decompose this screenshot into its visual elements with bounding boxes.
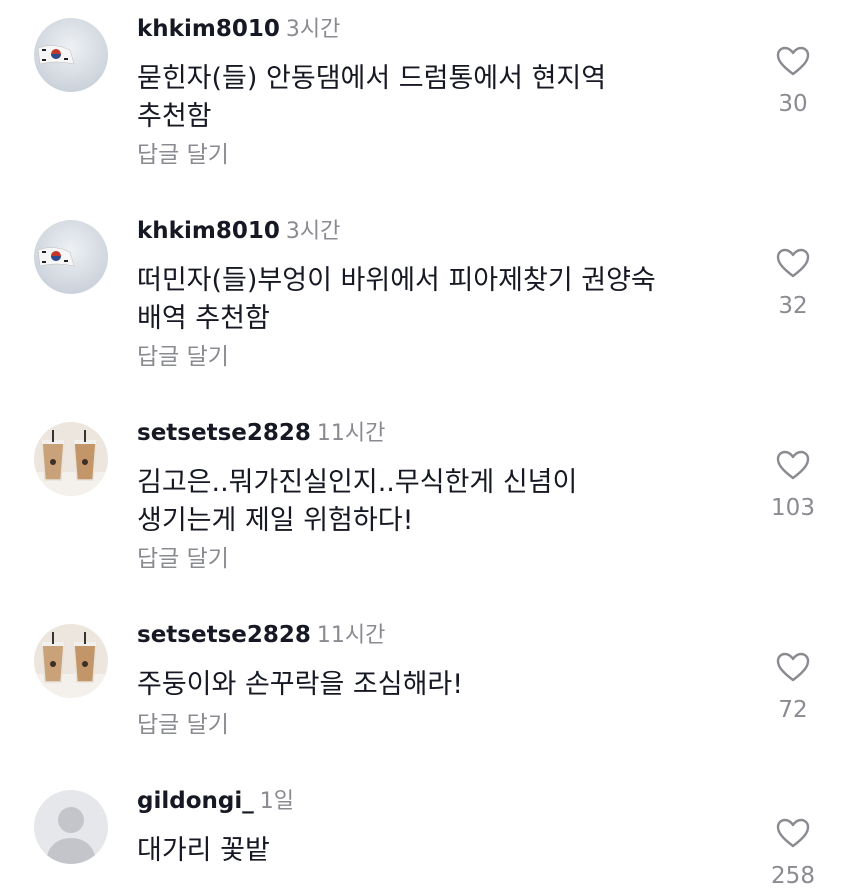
comment-line: 생기는게 제일 위험하다! [137,505,414,536]
username[interactable]: setsetse2828 [137,420,311,446]
heart-icon [776,248,810,278]
username[interactable]: setsetse2828 [137,622,311,648]
username[interactable]: khkim8010 [137,218,280,244]
flag-avatar-image [34,18,108,92]
timestamp: 3시간 [285,17,341,42]
flag-avatar-image [34,220,108,294]
comment-text: 떠민자(들)부엉이 바위에서 피아제찾기 권양숙 배역 추천함 [137,262,727,338]
like-count: 103 [771,495,815,521]
avatar[interactable] [34,422,108,496]
like-count: 72 [778,697,808,723]
comment-line: 대가리 꽃밭 [137,835,270,866]
comment-line: 떠민자(들)부엉이 바위에서 피아제찾기 권양숙 [137,265,656,296]
comment-text: 대가리 꽃밭 [137,832,727,870]
reply-button[interactable]: 답글 달기 [137,140,229,170]
comment-line: 배역 추천함 [137,303,270,334]
username[interactable]: khkim8010 [137,16,280,42]
reply-button[interactable]: 답글 달기 [137,710,229,740]
timestamp: 11시간 [316,623,386,648]
timestamp: 11시간 [316,421,386,446]
comment-line: 김고은..뭐가진실인지..무식한게 신념이 [137,467,578,498]
iced-coffee-avatar-image [34,624,108,698]
default-person-icon [34,790,108,864]
comment-line: 추천함 [137,101,212,132]
comment-text: 김고은..뭐가진실인지..무식한게 신념이 생기는게 제일 위험하다! [137,464,727,540]
comment-meta: gildongi_ 1일 [137,786,294,817]
avatar[interactable] [34,624,108,698]
comment-text: 주둥이와 손꾸락을 조심해라! [137,666,727,704]
avatar[interactable] [34,790,108,864]
comment-meta: setsetse2828 11시간 [137,620,385,651]
timestamp: 1일 [259,789,294,814]
like-button[interactable]: 103 [762,450,824,522]
like-button[interactable]: 72 [762,652,824,724]
username[interactable]: gildongi_ [137,788,254,814]
comment-line: 주둥이와 손꾸락을 조심해라! [137,669,464,700]
comment-text: 묻힌자(들) 안동댐에서 드럼통에서 현지역 추천함 [137,60,727,136]
like-button[interactable]: 30 [762,46,824,118]
comment-meta: khkim8010 3시간 [137,216,340,247]
like-count: 32 [778,293,808,319]
like-button[interactable]: 32 [762,248,824,320]
avatar[interactable] [34,220,108,294]
heart-icon [776,818,810,848]
heart-icon [776,652,810,682]
comment-meta: khkim8010 3시간 [137,14,340,45]
like-count: 30 [778,91,808,117]
heart-icon [776,450,810,480]
like-count: 258 [771,863,815,889]
timestamp: 3시간 [285,219,341,244]
iced-coffee-avatar-image [34,422,108,496]
comment-line: 묻힌자(들) 안동댐에서 드럼통에서 현지역 [137,63,607,94]
heart-icon [776,46,810,76]
reply-button[interactable]: 답글 달기 [137,342,229,372]
reply-button[interactable]: 답글 달기 [137,544,229,574]
avatar[interactable] [34,18,108,92]
comment-meta: setsetse2828 11시간 [137,418,385,449]
like-button[interactable]: 258 [762,818,824,890]
